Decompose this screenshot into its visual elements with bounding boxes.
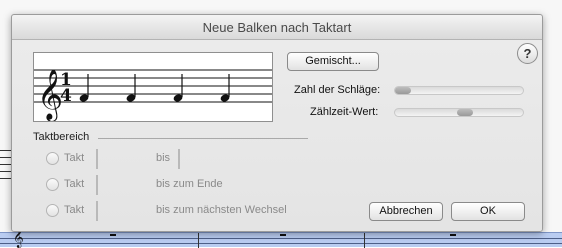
range-to-end-text: bis zum Ende: [156, 178, 223, 190]
range-row-to-end: Takt bis zum Ende: [46, 175, 346, 195]
help-button[interactable]: ?: [517, 43, 538, 64]
time-signature-bottom: 4: [60, 86, 72, 106]
range-bis-label: bis: [156, 152, 171, 164]
range-to-end-radio[interactable]: [46, 178, 59, 191]
range-next-change-from-field[interactable]: [96, 201, 98, 221]
measure-range-title: Taktbereich: [33, 131, 90, 143]
beat-value-slider[interactable]: [394, 108, 524, 117]
range-to-field[interactable]: [178, 149, 180, 169]
preview-staff: 𝄞 1 4: [34, 69, 272, 121]
range-next-change-text: bis zum nächsten Wechsel: [156, 204, 287, 216]
beat-value-slider-knob[interactable]: [457, 109, 473, 116]
mixed-button[interactable]: Gemischt...: [287, 52, 379, 71]
cancel-button[interactable]: Abbrechen: [369, 202, 443, 221]
ok-button[interactable]: OK: [451, 202, 525, 221]
range-from-field[interactable]: [96, 149, 98, 169]
range-to-end-from-field[interactable]: [96, 175, 98, 195]
range-row-to-next-change: Takt bis zum nächsten Wechsel: [46, 201, 346, 221]
beats-slider[interactable]: [394, 86, 524, 95]
range-from-to-label: Takt: [64, 152, 85, 164]
measure-range-divider: [98, 138, 308, 139]
background-selected-staff: [0, 232, 562, 248]
beam-by-time-signature-dialog: Neue Balken nach Taktart ? 𝄞 1 4 Gemisch…: [11, 14, 543, 232]
beat-value-label: Zählzeit-Wert:: [310, 106, 379, 118]
range-row-from-to: Takt bis: [46, 149, 346, 169]
range-to-end-label: Takt: [64, 178, 85, 190]
range-next-change-radio[interactable]: [46, 204, 59, 217]
beaming-preview: 𝄞 1 4: [33, 52, 273, 122]
beats-slider-knob[interactable]: [395, 87, 411, 94]
range-next-change-label: Takt: [64, 204, 85, 216]
beats-label: Zahl der Schläge:: [294, 84, 381, 96]
dialog-title: Neue Balken nach Taktart: [12, 15, 542, 40]
range-from-to-radio[interactable]: [46, 152, 59, 165]
